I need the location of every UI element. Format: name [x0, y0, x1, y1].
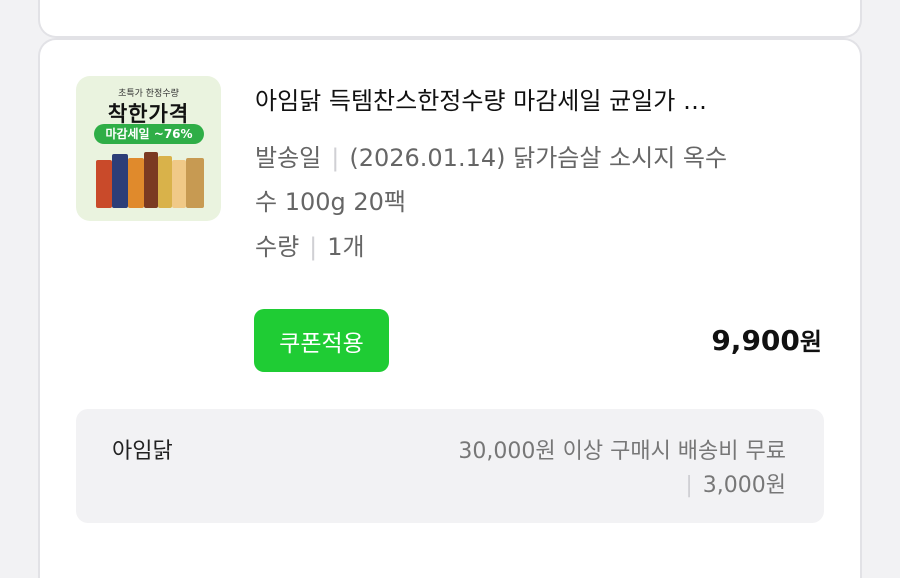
option-divider: | — [331, 144, 340, 172]
product-pack-image — [144, 152, 158, 208]
option-value: (2026.01.14) 닭가슴살 소시지 옥수 — [349, 144, 728, 172]
product-pack-image — [158, 156, 172, 208]
seller-name[interactable]: 아임닭 — [112, 433, 173, 465]
option-divider: | — [309, 233, 318, 261]
apply-coupon-button[interactable]: 쿠폰적용 — [254, 309, 389, 372]
product-pack-image — [128, 158, 144, 208]
quantity-label: 수량 — [255, 233, 300, 261]
free-shipping-condition: 30,000원 이상 구매시 배송비 무료 — [458, 439, 786, 464]
shipping-fee-value: 3,000원 — [702, 473, 786, 498]
price-amount: 9,900 — [711, 324, 800, 357]
product-pack-image — [186, 158, 204, 208]
shipping-fee: | 3,000원 — [685, 467, 786, 499]
option-value-continued: 수 100g 20팩 — [255, 188, 406, 216]
previous-card-bottom — [38, 0, 862, 38]
product-price: 9,900원 — [711, 322, 822, 357]
thumbnail-badge: 마감세일 ~76% — [94, 124, 204, 144]
option-label: 발송일 — [255, 144, 322, 172]
price-currency: 원 — [799, 328, 822, 356]
product-pack-image — [172, 160, 186, 208]
product-title[interactable]: 아임닭 득템찬스한정수량 마감세일 균일가 … — [255, 81, 815, 116]
quantity-value: 1개 — [327, 233, 365, 261]
option-line-continued: 수 100g 20팩 — [255, 182, 406, 217]
product-pack-image — [96, 160, 112, 208]
product-pack-image — [112, 154, 128, 208]
option-line-ship-date: 발송일 | (2026.01.14) 닭가슴살 소시지 옥수 — [255, 138, 727, 173]
fee-divider: | — [685, 473, 693, 498]
option-line-quantity: 수량 | 1개 — [255, 227, 365, 262]
product-thumbnail[interactable]: 초특가 한정수량 착한가격 마감세일 ~76% — [76, 76, 221, 221]
shipping-info-box: 아임닭 30,000원 이상 구매시 배송비 무료 | 3,000원 — [76, 409, 824, 523]
